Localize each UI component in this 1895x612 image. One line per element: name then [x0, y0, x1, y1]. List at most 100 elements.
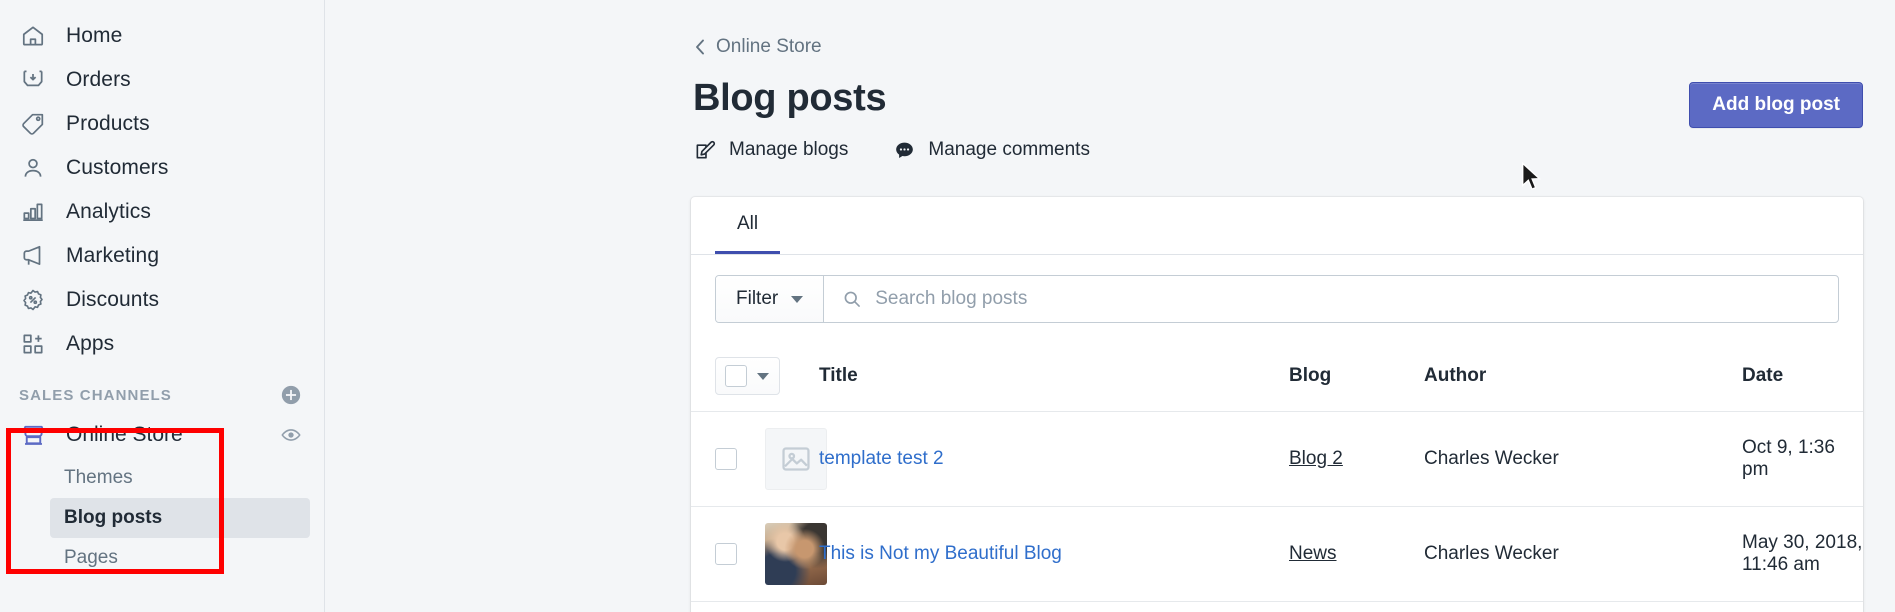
- placeholder-image-icon: [765, 428, 827, 490]
- customer-person-icon: [18, 153, 48, 183]
- checkbox-dropdown-icon[interactable]: [715, 357, 780, 395]
- filter-bar: Filter: [691, 255, 1863, 343]
- sales-channels-section-header: SALES CHANNELS: [0, 366, 324, 412]
- row-select-inner: [715, 523, 827, 585]
- blog-posts-card: All Filter Search blog posts Title Blog …: [691, 197, 1863, 612]
- row-title-cell: template test 2: [819, 412, 1289, 507]
- sidebar-subitem-pages[interactable]: Pages: [50, 538, 310, 578]
- sidebar-item-label: Marketing: [66, 244, 160, 267]
- row-select-cell: [691, 507, 827, 602]
- product-tag-icon: [18, 109, 48, 139]
- blog-name-link[interactable]: News: [1289, 543, 1337, 564]
- online-store-label: Online Store: [66, 423, 183, 446]
- column-header-author[interactable]: Author: [1424, 343, 1742, 412]
- row-date-cell: May 30, 2018, 11:46 am: [1742, 532, 1863, 575]
- blog-post-thumbnail: [765, 523, 827, 585]
- search-input[interactable]: [875, 288, 1820, 310]
- sidebar-subitem-label: Pages: [64, 547, 118, 568]
- sidebar-item-label: Orders: [66, 68, 131, 91]
- add-blog-post-button[interactable]: Add blog post: [1689, 82, 1863, 128]
- shopify-admin-screen: Home Orders Products Customers Analytics: [0, 0, 1895, 612]
- search-icon: [842, 289, 862, 309]
- select-all-header: [691, 343, 819, 412]
- sidebar-item-label: Analytics: [66, 200, 151, 223]
- blog-name-link[interactable]: Blog 2: [1289, 448, 1343, 469]
- sidebar-item-label: Customers: [66, 156, 169, 179]
- sidebar-item-label: Discounts: [66, 288, 160, 311]
- breadcrumb-label: Online Store: [716, 36, 822, 57]
- comment-bubble-icon: [892, 138, 916, 162]
- table-row[interactable]: This is Not my Beautiful Blog News Charl…: [691, 507, 1863, 602]
- analytics-bars-icon: [18, 197, 48, 227]
- marketing-megaphone-icon: [18, 241, 48, 271]
- blog-post-title-link[interactable]: template test 2: [819, 448, 944, 469]
- sales-channels-title: SALES CHANNELS: [19, 386, 172, 404]
- row-author-cell: Charles Wecker: [1424, 448, 1559, 469]
- sidebar-subitem-blog-posts[interactable]: Blog posts: [50, 498, 310, 538]
- sidebar-item-orders[interactable]: Orders: [0, 58, 324, 102]
- sidebar-item-analytics[interactable]: Analytics: [0, 190, 324, 234]
- row-checkbox[interactable]: [715, 543, 737, 565]
- edit-pencil-square-icon: [693, 138, 717, 162]
- blog-posts-table: Title Blog Author Date template test 2 B…: [691, 343, 1863, 602]
- sidebar-item-discounts[interactable]: Discounts: [0, 278, 324, 322]
- row-date-cell: Oct 9, 1:36 pm: [1742, 437, 1835, 480]
- header-links: Manage blogs Manage comments: [693, 138, 1895, 162]
- online-store-left: Online Store: [0, 420, 183, 450]
- sidebar-subitem-label: Themes: [64, 467, 133, 488]
- apps-grid-plus-icon: [18, 329, 48, 359]
- row-author-cell: Charles Wecker: [1424, 543, 1559, 564]
- row-title-cell: This is Not my Beautiful Blog: [819, 507, 1289, 602]
- breadcrumb[interactable]: Online Store: [693, 36, 822, 58]
- filter-search-group: Filter: [715, 275, 1839, 323]
- caret-down-icon[interactable]: [757, 372, 769, 380]
- sidebar-item-marketing[interactable]: Marketing: [0, 234, 324, 278]
- chevron-left-icon: [693, 38, 707, 56]
- tab-bar: All: [691, 197, 1863, 255]
- tab-all[interactable]: All: [715, 197, 781, 254]
- blog-post-title-link[interactable]: This is Not my Beautiful Blog: [819, 543, 1062, 564]
- search-area: [824, 276, 1838, 322]
- manage-comments-link[interactable]: Manage comments: [892, 138, 1090, 162]
- sidebar-item-customers[interactable]: Customers: [0, 146, 324, 190]
- storefront-icon: [18, 420, 48, 450]
- plus-circle-icon[interactable]: [280, 384, 302, 406]
- manage-blogs-link[interactable]: Manage blogs: [693, 138, 848, 162]
- main-content: Online Store Blog posts Manage blogs Man…: [325, 0, 1895, 612]
- manage-blogs-label: Manage blogs: [729, 139, 849, 160]
- caret-down-icon: [791, 295, 804, 303]
- sidebar-item-online-store[interactable]: Online Store: [0, 412, 324, 458]
- sidebar-subitem-label: Blog posts: [64, 507, 163, 528]
- row-select-cell: [691, 412, 827, 507]
- column-header-title[interactable]: Title: [819, 343, 1289, 412]
- manage-comments-label: Manage comments: [928, 139, 1090, 160]
- row-select-inner: [715, 428, 827, 490]
- tab-label: All: [737, 213, 759, 234]
- row-checkbox[interactable]: [715, 448, 737, 470]
- sidebar: Home Orders Products Customers Analytics: [0, 0, 325, 612]
- sidebar-item-products[interactable]: Products: [0, 102, 324, 146]
- table-body: template test 2 Blog 2 Charles Wecker Oc…: [691, 412, 1863, 602]
- home-icon: [18, 21, 48, 51]
- mouse-pointer-icon: [1521, 161, 1543, 192]
- sidebar-item-label: Apps: [66, 332, 115, 355]
- sidebar-item-home[interactable]: Home: [0, 14, 324, 58]
- column-header-date[interactable]: Date: [1742, 343, 1863, 412]
- eye-icon[interactable]: [280, 424, 302, 446]
- row-blog-cell: News: [1289, 507, 1424, 602]
- table-row[interactable]: template test 2 Blog 2 Charles Wecker Oc…: [691, 412, 1863, 507]
- table-head: Title Blog Author Date: [691, 343, 1863, 412]
- select-all-checkbox[interactable]: [725, 365, 747, 387]
- orders-inbox-icon: [18, 65, 48, 95]
- sidebar-item-apps[interactable]: Apps: [0, 322, 324, 366]
- sidebar-item-label: Home: [66, 24, 123, 47]
- filter-button[interactable]: Filter: [716, 276, 825, 322]
- sidebar-subitem-themes[interactable]: Themes: [50, 458, 310, 498]
- sidebar-item-label: Products: [66, 112, 150, 135]
- page-header: Online Store Blog posts Manage blogs Man…: [325, 0, 1895, 162]
- row-blog-cell: Blog 2: [1289, 412, 1424, 507]
- filter-button-label: Filter: [736, 288, 779, 309]
- column-header-blog[interactable]: Blog: [1289, 343, 1424, 412]
- table-header-row: Title Blog Author Date: [691, 343, 1863, 412]
- discount-percent-icon: [18, 285, 48, 315]
